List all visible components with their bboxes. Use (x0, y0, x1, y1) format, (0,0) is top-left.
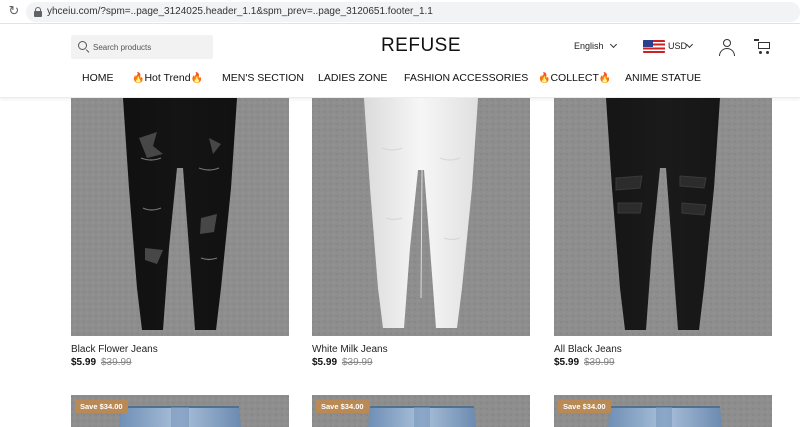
product-price: $5.99 (554, 357, 580, 368)
nav-item-collect[interactable]: 🔥COLLECT🔥 (538, 72, 611, 84)
chevron-down-icon (609, 40, 617, 49)
product-price: $5.99 (312, 357, 338, 368)
reload-icon[interactable]: ↻ (6, 4, 22, 20)
cart-icon[interactable] (754, 39, 771, 55)
product-title[interactable]: All Black Jeans (554, 344, 622, 355)
product-title[interactable]: Black Flower Jeans (71, 344, 158, 355)
product-card[interactable]: Save $34.00 (312, 395, 530, 427)
jeans-image (554, 98, 772, 336)
browser-toolbar: ↻ yhceiu.com/?spm=..page_3124025.header_… (0, 0, 800, 24)
lock-icon (34, 7, 42, 17)
jeans-image (312, 98, 530, 336)
url-text[interactable]: yhceiu.com/?spm=..page_3124025.header_1.… (47, 6, 433, 17)
nav-item-anime-statue[interactable]: ANIME STATUE (625, 72, 701, 84)
search-box[interactable] (71, 35, 213, 59)
us-flag-icon (643, 40, 665, 53)
language-label: English (574, 41, 604, 51)
nav-item-home[interactable]: HOME (82, 72, 114, 84)
save-badge: Save $34.00 (75, 400, 128, 413)
nav-item-mens-section[interactable]: MEN'S SECTION (222, 72, 304, 84)
fire-icon: 🔥 (598, 73, 612, 84)
search-input[interactable] (93, 39, 208, 55)
fire-icon: 🔥 (190, 73, 204, 84)
save-badge: Save $34.00 (316, 400, 369, 413)
product-compare-price: $39.99 (342, 357, 373, 368)
product-card[interactable]: Save $34.00 (71, 395, 289, 427)
product-price: $5.99 (71, 357, 97, 368)
save-badge: Save $34.00 (558, 400, 611, 413)
product-image[interactable] (554, 98, 772, 336)
product-image[interactable] (312, 98, 530, 336)
product-compare-price: $39.99 (101, 357, 132, 368)
nav-item-fashion-accessories[interactable]: FASHION ACCESSORIES (404, 72, 528, 84)
nav-item-ladies-zone[interactable]: LADIES ZONE (318, 72, 387, 84)
product-image[interactable] (71, 98, 289, 336)
product-compare-price: $39.99 (584, 357, 615, 368)
nav-item-hot-trend[interactable]: 🔥Hot Trend🔥 (132, 72, 203, 84)
chevron-down-icon (685, 40, 694, 49)
account-icon[interactable] (719, 39, 735, 56)
currency-label: USD (668, 41, 688, 51)
jeans-image (71, 98, 289, 336)
fire-icon: 🔥 (132, 73, 145, 84)
search-icon[interactable] (78, 41, 90, 54)
product-card[interactable]: Save $34.00 (554, 395, 772, 427)
address-bar[interactable]: yhceiu.com/?spm=..page_3124025.header_1.… (26, 2, 800, 22)
fire-icon: 🔥 (538, 73, 551, 84)
product-title[interactable]: White Milk Jeans (312, 344, 388, 355)
site-header: REFUSE English USD HOME 🔥Hot Trend🔥 MEN'… (0, 24, 800, 98)
store-logo[interactable]: REFUSE (380, 35, 462, 57)
language-selector[interactable]: English (574, 40, 617, 51)
